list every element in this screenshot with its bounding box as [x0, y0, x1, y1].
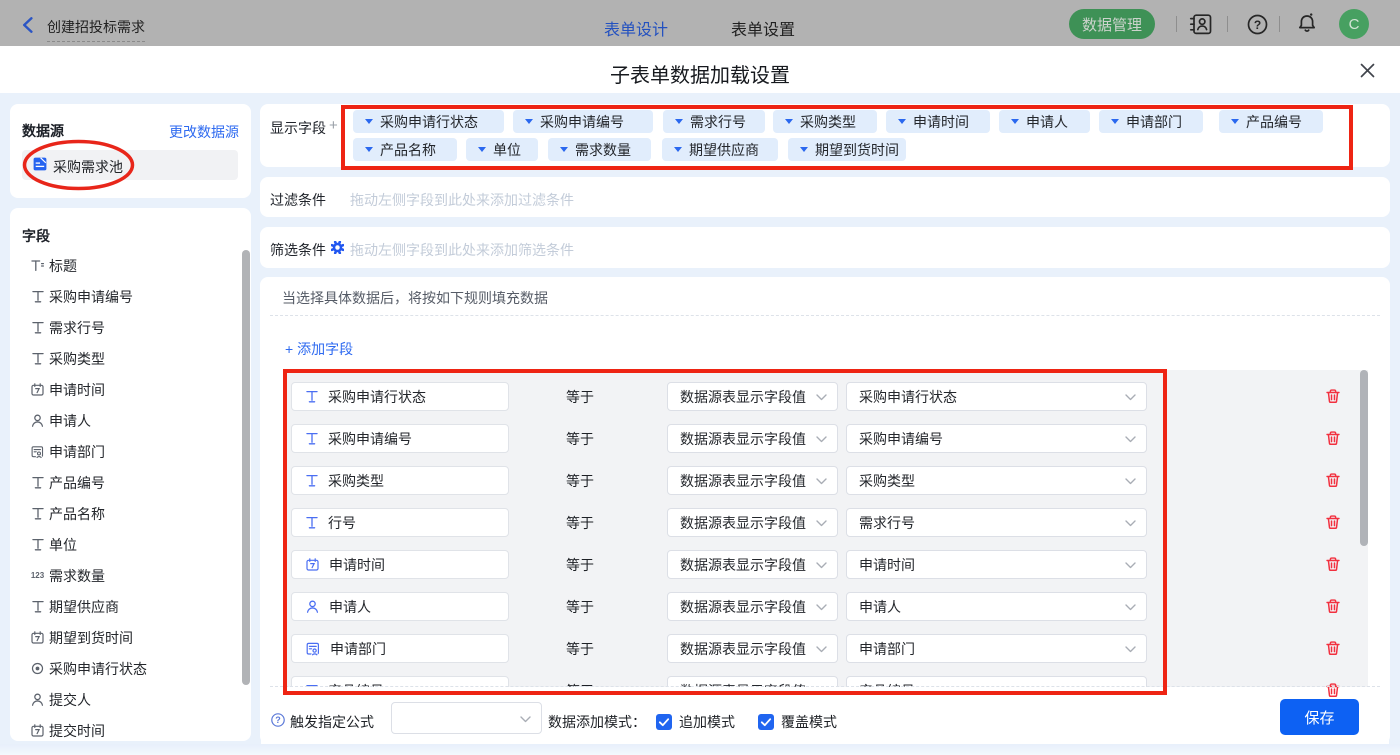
svg-text:?: ? [1254, 18, 1261, 32]
svg-text:?: ? [275, 715, 281, 725]
